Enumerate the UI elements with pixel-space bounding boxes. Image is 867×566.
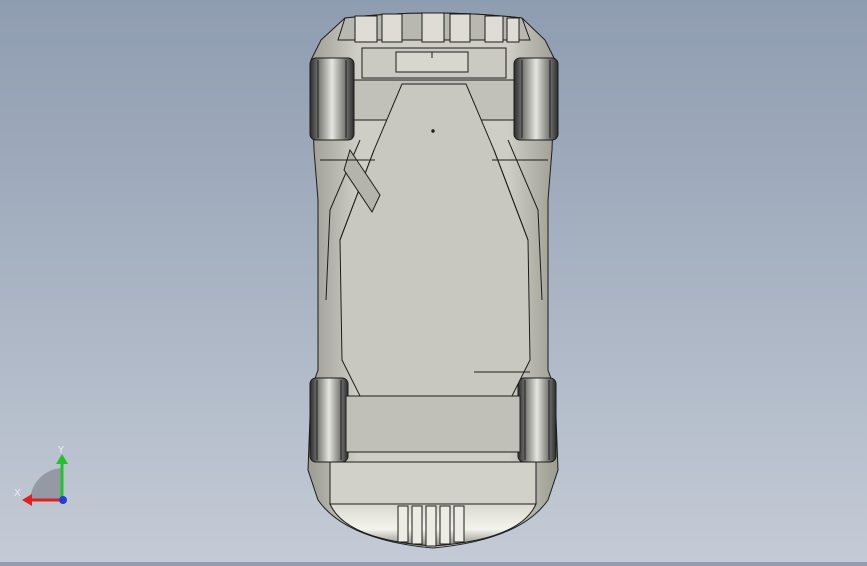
y-axis-label: Y: [57, 445, 65, 456]
rear-section[interactable]: [329, 395, 537, 547]
rear-right-wheel[interactable]: [517, 377, 557, 463]
z-axis-icon: [59, 496, 67, 504]
front-right-wheel[interactable]: [513, 57, 559, 141]
car-model-view: Y X: [14, 12, 559, 549]
rear-left-wheel[interactable]: [309, 377, 349, 463]
rear-diffuser: [397, 505, 465, 547]
triad-plane: [30, 468, 62, 500]
x-axis-label: X: [14, 488, 21, 499]
axis-triad: Y X: [14, 445, 68, 506]
3d-viewport[interactable]: Y X: [0, 0, 867, 562]
front-left-wheel[interactable]: [309, 57, 355, 141]
